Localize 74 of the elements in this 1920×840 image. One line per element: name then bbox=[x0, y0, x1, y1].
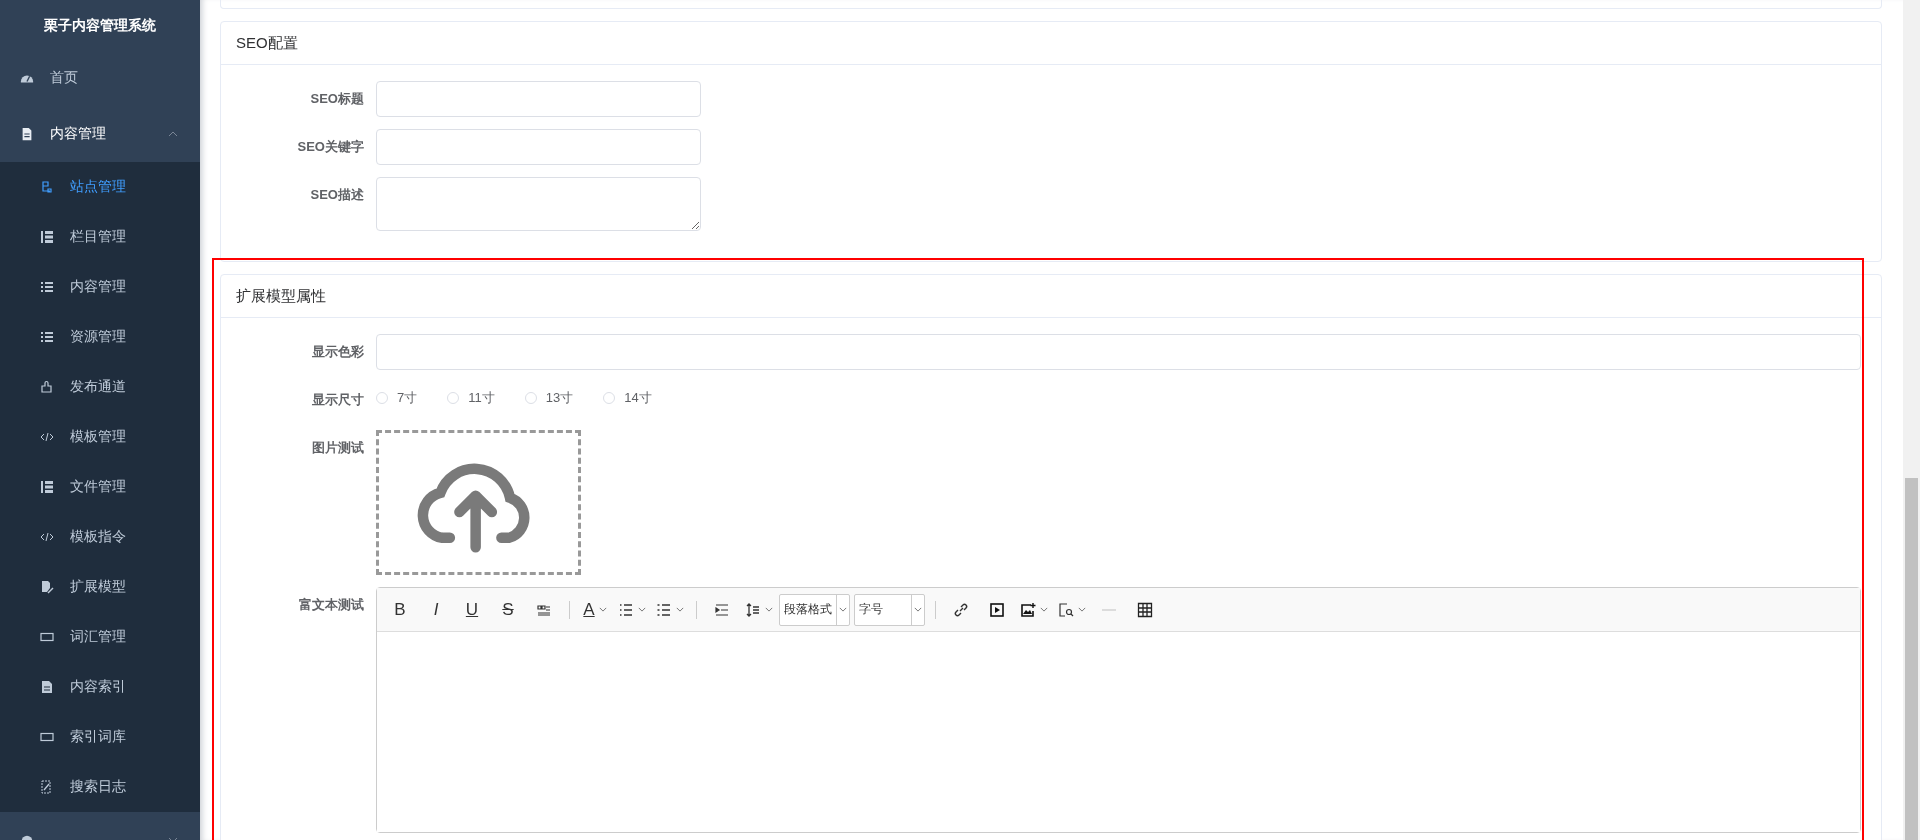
field-label: SEO标题 bbox=[309, 90, 365, 108]
document-icon bbox=[40, 680, 54, 694]
toolbar-button[interactable]: I bbox=[419, 594, 453, 625]
caret-icon bbox=[1040, 607, 1048, 612]
menu-item[interactable]: 文件管理 bbox=[0, 462, 200, 512]
menu-item[interactable]: 内容索引 bbox=[0, 662, 200, 712]
document-edit-icon bbox=[40, 580, 54, 594]
menu-item[interactable]: 索引词库 bbox=[0, 712, 200, 762]
radio-label[interactable]: 11寸 bbox=[468, 389, 495, 407]
toolbar-button[interactable]: A bbox=[578, 594, 612, 625]
menu-item[interactable]: 资源管理 bbox=[0, 312, 200, 362]
scrollbar-thumb[interactable] bbox=[1905, 478, 1918, 840]
play-icon bbox=[989, 601, 1005, 618]
radio-label[interactable]: 7寸 bbox=[397, 389, 418, 407]
menu-item[interactable]: 发布通道 bbox=[0, 362, 200, 412]
menu-group[interactable]: 首页 bbox=[0, 50, 200, 106]
menu-group[interactable]: 内容管理 bbox=[0, 106, 200, 162]
edit-icon bbox=[40, 780, 54, 794]
caret-icon bbox=[765, 607, 773, 612]
upload-area[interactable] bbox=[376, 430, 581, 575]
caret-icon bbox=[914, 607, 922, 612]
format-select[interactable]: 段落格式 bbox=[779, 593, 850, 626]
radio-label[interactable]: 14寸 bbox=[624, 389, 652, 407]
caret-icon bbox=[676, 607, 684, 612]
tree-list-icon bbox=[40, 480, 54, 494]
field-label: SEO描述 bbox=[309, 186, 365, 204]
rectangle-icon bbox=[40, 630, 54, 644]
indent-icon bbox=[714, 601, 730, 618]
input-field[interactable] bbox=[376, 129, 701, 165]
tree-list-icon bbox=[40, 230, 54, 244]
list-icon bbox=[40, 280, 54, 294]
menu-item[interactable]: 搜索日志 bbox=[0, 762, 200, 812]
menu-item[interactable]: 扩展模型 bbox=[0, 562, 200, 612]
menu-item[interactable]: 栏目管理 bbox=[0, 212, 200, 262]
toolbar-button[interactable]: S bbox=[491, 594, 525, 625]
caret-icon bbox=[1078, 607, 1086, 612]
image-icon bbox=[1020, 601, 1036, 618]
menu-item[interactable]: 站点管理 bbox=[0, 162, 200, 212]
field-label: SEO关键字 bbox=[296, 138, 365, 156]
table-icon bbox=[1137, 601, 1153, 618]
menu-item[interactable]: 词汇管理 bbox=[0, 612, 200, 662]
card-title: 扩展模型属性 bbox=[221, 275, 1881, 318]
bullet-list-icon bbox=[656, 601, 672, 618]
caret-icon bbox=[638, 607, 646, 612]
input-field[interactable] bbox=[376, 81, 701, 117]
line-height-icon bbox=[745, 601, 761, 618]
link-icon bbox=[953, 601, 969, 618]
field-label: 显示色彩 bbox=[311, 343, 365, 361]
format-select[interactable]: 字号 bbox=[854, 593, 925, 626]
document-icon bbox=[20, 127, 34, 141]
toolbar-button[interactable]: U bbox=[455, 594, 489, 625]
card-title: SEO配置 bbox=[221, 22, 1881, 65]
scrollbar[interactable] bbox=[1903, 0, 1920, 840]
field-label: 图片测试 bbox=[311, 439, 365, 457]
menu-item[interactable]: 内容管理 bbox=[0, 262, 200, 312]
chevron-icon bbox=[168, 131, 178, 137]
code-icon bbox=[40, 430, 54, 444]
caret-icon bbox=[598, 607, 607, 612]
list-icon bbox=[40, 330, 54, 344]
caret-icon bbox=[839, 607, 847, 612]
numbered-list-icon bbox=[618, 601, 634, 618]
input-field[interactable] bbox=[376, 334, 1861, 370]
rectangle-icon bbox=[40, 730, 54, 744]
toolbar-button[interactable]: B bbox=[383, 594, 417, 625]
sitemap-icon bbox=[40, 180, 54, 194]
field-label: 富文本测试 bbox=[298, 596, 365, 614]
code-icon bbox=[40, 530, 54, 544]
app-title: 栗子内容管理系统 bbox=[0, 0, 200, 50]
menu-item[interactable]: 模板指令 bbox=[0, 512, 200, 562]
field-label: 显示尺寸 bbox=[311, 391, 365, 409]
radio-label[interactable]: 13寸 bbox=[545, 389, 574, 407]
menu-item[interactable]: 模板管理 bbox=[0, 412, 200, 462]
textarea-field[interactable] bbox=[376, 177, 701, 231]
find-icon bbox=[1058, 601, 1074, 618]
